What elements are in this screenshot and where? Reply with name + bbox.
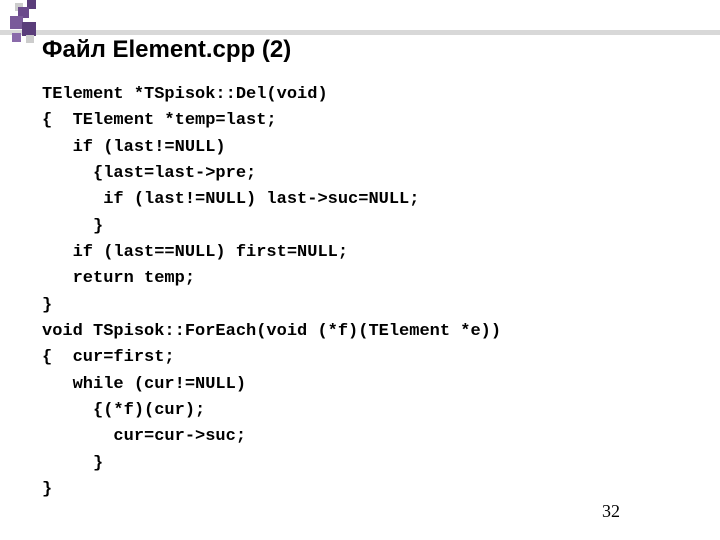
deco-square-purple	[12, 33, 21, 42]
slide-title: Файл Element.cpp (2)	[42, 36, 291, 64]
header-divider	[0, 30, 720, 35]
deco-square-gray	[26, 35, 34, 43]
deco-square-purple	[22, 22, 36, 36]
code-block: TElement *TSpisok::Del(void) { TElement …	[42, 82, 501, 504]
page-number: 32	[602, 501, 620, 522]
